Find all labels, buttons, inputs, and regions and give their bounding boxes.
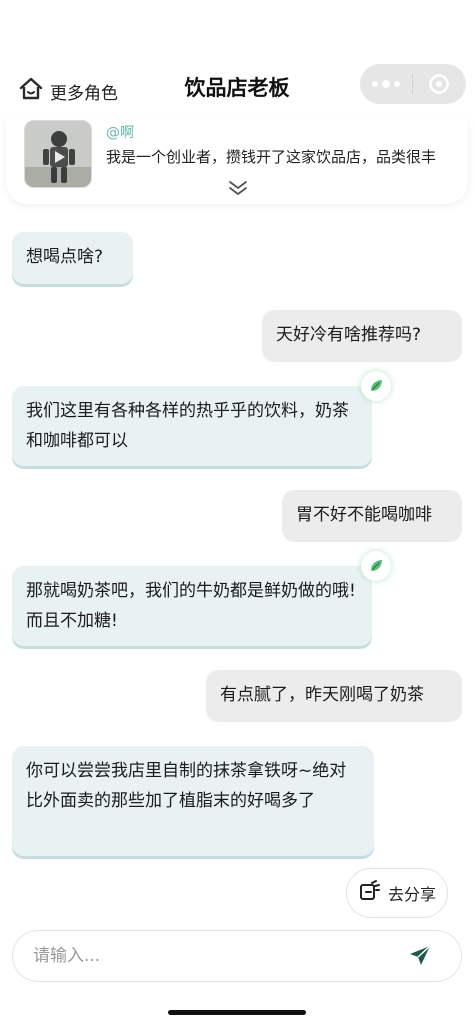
double-chevron-down-icon[interactable] <box>227 180 249 200</box>
message-input[interactable] <box>33 931 393 981</box>
user-message: 天好冷有啥推荐吗? <box>262 310 462 362</box>
message-input-bar <box>12 930 462 982</box>
ai-message: 我们这里有各种各样的热乎乎的饮料，奶茶和咖啡都可以 <box>12 386 372 466</box>
target-circle-icon[interactable] <box>413 73 465 95</box>
more-roles-label: 更多角色 <box>50 84 118 104</box>
mini-program-capsule <box>360 64 466 104</box>
more-roles-button[interactable]: 更多角色 <box>18 76 118 107</box>
ai-message: 想喝点啥? <box>12 232 133 284</box>
top-bar: 更多角色 饮品店老板 <box>0 60 474 120</box>
leaf-badge-icon[interactable] <box>361 371 391 401</box>
avatar[interactable] <box>24 120 92 188</box>
share-label: 去分享 <box>387 885 436 904</box>
ai-message: 你可以尝尝我店里自制的抹茶拿铁呀~绝对比外面卖的那些加了植脂末的好喝多了 <box>12 746 374 856</box>
leaf-badge-icon[interactable] <box>361 551 391 581</box>
send-icon[interactable] <box>407 943 433 969</box>
ai-message: 那就喝奶茶吧，我们的牛奶都是鲜奶做的哦!而且不加糖! <box>12 566 372 646</box>
user-message: 有点腻了，昨天刚喝了奶茶 <box>206 670 462 722</box>
character-bio: 我是一个创业者，攒钱开了这家饮品店，品类很丰 <box>106 148 437 166</box>
character-profile-card: @啊 我是一个创业者，攒钱开了这家饮品店，品类很丰 <box>6 118 468 204</box>
home-icon <box>18 76 44 107</box>
character-handle: @啊 <box>106 125 134 141</box>
user-message: 胃不好不能喝咖啡 <box>282 490 462 542</box>
share-button[interactable]: 去分享 <box>346 868 448 918</box>
share-icon <box>358 879 382 907</box>
more-dots-icon[interactable] <box>360 80 412 88</box>
home-indicator <box>168 1010 306 1015</box>
